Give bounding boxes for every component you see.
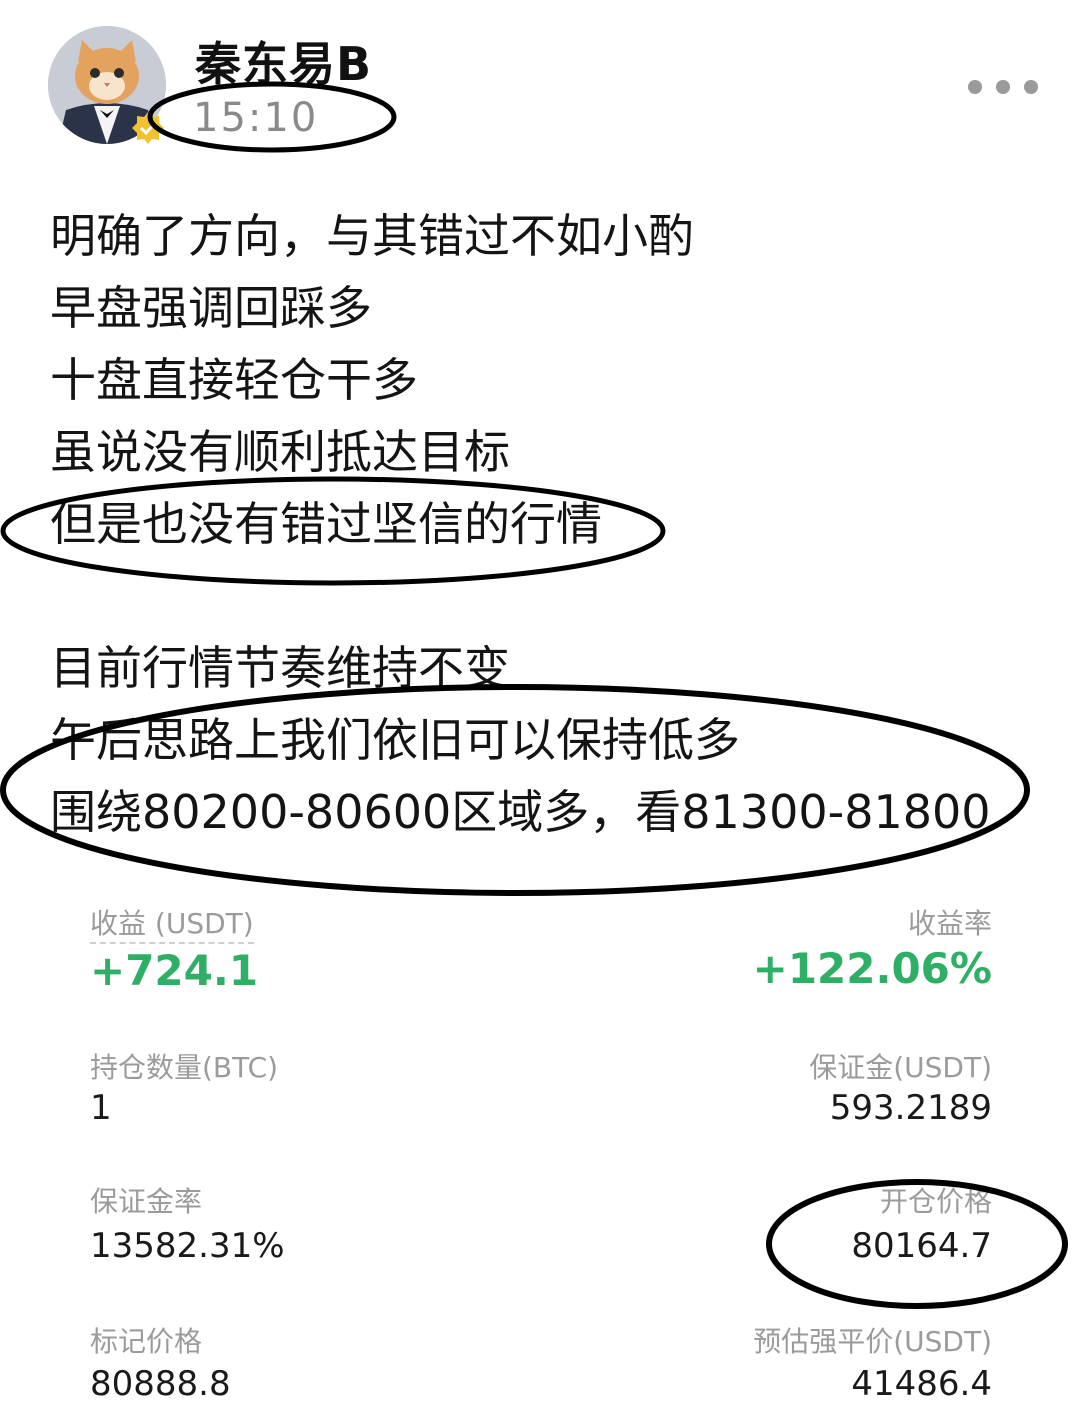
- margin-value: 593.2189: [829, 1088, 992, 1128]
- post-line: 围绕80200-80600区域多，看81300-81800: [50, 785, 991, 839]
- position-size-value: 1: [90, 1088, 112, 1128]
- roi-value: +122.06%: [752, 944, 992, 993]
- margin-ratio-label: 保证金率: [90, 1185, 203, 1218]
- pnl-label: 收益 (USDT): [90, 902, 254, 944]
- entry-price-label: 开仓价格: [879, 1185, 992, 1218]
- position-size-label: 持仓数量(BTC): [90, 1051, 279, 1084]
- post-line: 午后思路上我们依旧可以保持低多: [50, 713, 740, 767]
- more-options-icon: [968, 80, 982, 94]
- margin-label: 保证金(USDT): [809, 1051, 992, 1084]
- more-options-icon: [1024, 80, 1038, 94]
- more-options-icon: [996, 80, 1010, 94]
- post-line: 十盘直接轻仓干多: [50, 353, 418, 407]
- pnl-value: +724.1: [90, 946, 259, 995]
- liquidation-price-label: 预估强平价(USDT): [753, 1325, 992, 1358]
- mark-price-label: 标记价格: [90, 1325, 203, 1358]
- more-options-button[interactable]: [968, 70, 1038, 104]
- verified-badge-icon: [132, 112, 164, 144]
- post-timestamp: 15:10: [193, 95, 319, 141]
- position-screenshot: 收益 (USDT) +724.1 收益率 +122.06% 持仓数量(BTC) …: [0, 890, 1080, 1404]
- post-line: 但是也没有错过坚信的行情: [50, 497, 602, 551]
- liquidation-price-value: 41486.4: [851, 1364, 992, 1404]
- author-name[interactable]: 秦东易B: [195, 28, 372, 94]
- margin-ratio-value: 13582.31%: [90, 1226, 285, 1266]
- post-line: 早盘强调回踩多: [50, 281, 372, 335]
- roi-label: 收益率: [907, 907, 992, 940]
- entry-price-value: 80164.7: [851, 1226, 992, 1266]
- post-line: 虽说没有顺利抵达目标: [50, 425, 510, 479]
- post-line: 目前行情节奏维持不变: [50, 641, 510, 695]
- post-body: 明确了方向，与其错过不如小酌 早盘强调回踩多 十盘直接轻仓干多 虽说没有顺利抵达…: [50, 200, 1060, 848]
- mark-price-value: 80888.8: [90, 1364, 231, 1404]
- post-line: 明确了方向，与其错过不如小酌: [50, 209, 694, 263]
- pnl-label-text: 收益 (USDT): [90, 907, 254, 944]
